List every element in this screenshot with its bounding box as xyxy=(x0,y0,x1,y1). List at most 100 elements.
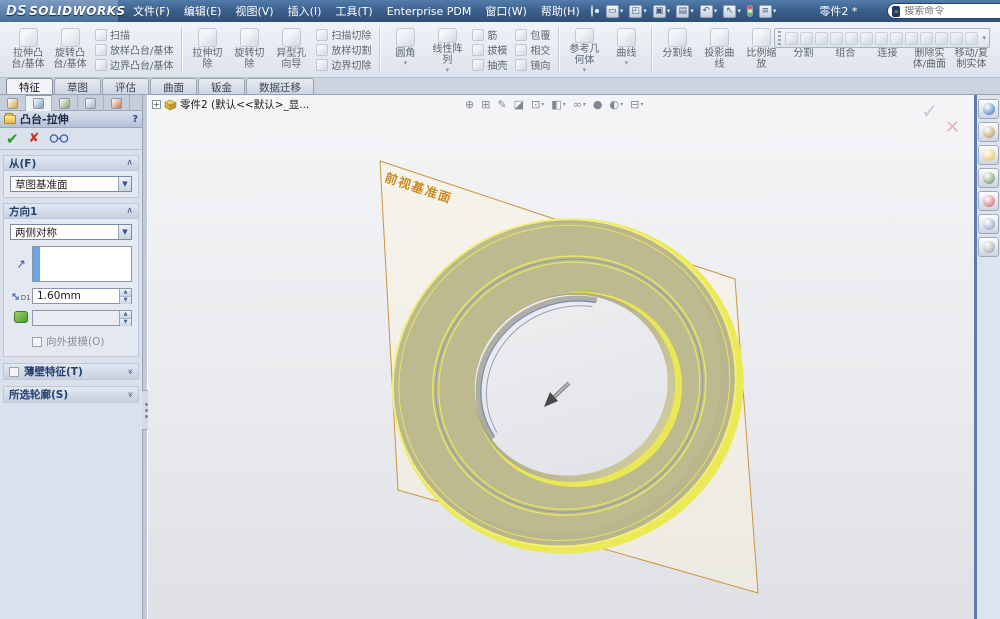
split-line-button[interactable]: 分割线 xyxy=(656,25,698,74)
detailed-preview-icon[interactable] xyxy=(49,133,71,144)
property-manager-help-icon[interactable]: ? xyxy=(132,114,138,125)
panel-splitter[interactable] xyxy=(142,95,147,619)
tree-expander-icon[interactable]: + xyxy=(152,100,161,109)
view-orientation-icon[interactable]: ⊡▾ xyxy=(529,97,546,112)
viewport-canvas[interactable]: 前视基准面 xyxy=(148,95,974,619)
menu-view[interactable]: 视图(V) xyxy=(228,0,280,22)
direction1-group-header[interactable]: 方向1 ∧ xyxy=(4,204,138,219)
tab-features[interactable]: 特征 xyxy=(6,78,53,94)
toolbar-grip[interactable] xyxy=(778,31,781,45)
configuration-manager-tab[interactable] xyxy=(52,95,78,111)
reverse-direction-icon[interactable]: ↗ xyxy=(9,256,33,273)
tab-evaluate[interactable]: 评估 xyxy=(102,78,149,94)
direction-selection-box[interactable] xyxy=(32,246,132,282)
floating-toolbar-icon-5[interactable] xyxy=(845,32,858,45)
end-condition-select[interactable]: 两侧对称 ▼ xyxy=(10,224,132,240)
view-settings-icon[interactable]: ⊟▾ xyxy=(628,97,645,112)
floating-toolbar-icon-13[interactable] xyxy=(965,32,978,45)
graphics-viewport[interactable]: 前视基准面 + 零件2 (默认<<默认>_显... ⊕⊞✎ ◪⊡▾◧▾ ∞▾●◐▾⊟… xyxy=(148,95,974,619)
menu-help[interactable]: 帮助(H) xyxy=(534,0,587,22)
boundary-boss-base-button[interactable]: 边界凸台/基体 xyxy=(93,57,175,72)
project-curve-button[interactable]: 投影曲 线 xyxy=(698,25,740,74)
view-palette-tab[interactable] xyxy=(978,168,999,188)
menu-window[interactable]: 窗口(W) xyxy=(478,0,533,22)
extruded-cut-button[interactable]: 拉伸切 除 xyxy=(186,25,228,74)
file-explorer-tab[interactable] xyxy=(978,145,999,165)
floating-toolbar-icon-1[interactable] xyxy=(785,32,798,45)
fillet-button[interactable]: 圆角▾ xyxy=(384,25,426,74)
floating-toolbar-icon-12[interactable] xyxy=(950,32,963,45)
draft-icon[interactable] xyxy=(10,311,32,326)
wrap-button[interactable]: 包覆 xyxy=(513,27,552,42)
menu-tools[interactable]: 工具(T) xyxy=(328,0,379,22)
shell-button[interactable]: 抽壳 xyxy=(470,57,509,72)
draft-outward-checkbox[interactable] xyxy=(32,337,42,347)
extruded-boss-base-button[interactable]: 拉伸凸 台/基体 xyxy=(7,25,49,74)
from-condition-select[interactable]: 草图基准面 ▼ xyxy=(10,176,132,192)
depth-field[interactable]: 1.60mm ▲▼ xyxy=(32,288,132,304)
search-box[interactable]: » ⌕ ▾ xyxy=(887,3,1000,19)
propertymanager-tab[interactable] xyxy=(26,95,52,111)
revolved-boss-base-button[interactable]: 旋转凸 台/基体 xyxy=(49,25,91,74)
floating-toolbar-icon-6[interactable] xyxy=(860,32,873,45)
linear-pattern-button[interactable]: 线性阵 列▾ xyxy=(426,25,468,74)
floating-toolbar-icon-8[interactable] xyxy=(890,32,903,45)
dimxpert-tab[interactable] xyxy=(78,95,104,111)
menu-file[interactable]: 文件(F) xyxy=(126,0,177,22)
design-library-tab[interactable] xyxy=(978,122,999,142)
floating-toolbar-icon-10[interactable] xyxy=(920,32,933,45)
menu-enterprise-pdm[interactable]: Enterprise PDM xyxy=(380,2,479,21)
draft-button[interactable]: 拔模 xyxy=(470,42,509,57)
intersect-button[interactable]: 相交 xyxy=(513,42,552,57)
confirm-ok-button[interactable]: ✓ xyxy=(921,99,938,123)
tab-surfaces[interactable]: 曲面 xyxy=(150,78,197,94)
depth-spinner[interactable]: ▲▼ xyxy=(119,289,131,303)
from-group-header[interactable]: 从(F) ∧ xyxy=(4,156,138,171)
custom-properties-tab[interactable] xyxy=(978,214,999,234)
confirm-cancel-button[interactable]: ✕ xyxy=(945,117,960,138)
curves-button[interactable]: 曲线▾ xyxy=(605,25,647,74)
menu-edit[interactable]: 编辑(E) xyxy=(177,0,229,22)
open-button[interactable]: ◰▾ xyxy=(627,4,649,19)
thin-feature-checkbox[interactable] xyxy=(9,367,19,377)
lofted-cut-button[interactable]: 放样切割 xyxy=(314,42,373,57)
swept-boss-base-button[interactable]: 扫描 xyxy=(93,27,175,42)
mirror-button[interactable]: 镜向 xyxy=(513,57,552,72)
selected-contours-group-header[interactable]: 所选轮廓(S) » xyxy=(3,386,139,403)
tab-data-migration[interactable]: 数据迁移 xyxy=(246,78,314,94)
thin-feature-group-header[interactable]: 薄壁特征(T) » xyxy=(3,363,139,380)
previous-view-icon[interactable]: ✎ xyxy=(495,97,508,112)
select-button[interactable]: ↖▾ xyxy=(721,4,743,19)
floating-toolbar-icon-3[interactable] xyxy=(815,32,828,45)
floating-toolbar-icon-4[interactable] xyxy=(830,32,843,45)
tree-root-label[interactable]: 零件2 (默认<<默认>_显... xyxy=(180,97,309,112)
search-input[interactable] xyxy=(904,6,1000,17)
rib-button[interactable]: 筋 xyxy=(470,27,509,42)
tab-sheet-metal[interactable]: 钣金 xyxy=(198,78,245,94)
boundary-cut-button[interactable]: 边界切除 xyxy=(314,57,373,72)
floating-toolbar-icon-2[interactable] xyxy=(800,32,813,45)
zoom-area-icon[interactable]: ⊞ xyxy=(479,97,492,112)
displaymanager-tab[interactable] xyxy=(104,95,130,111)
display-style-icon[interactable]: ◧▾ xyxy=(549,97,567,112)
edit-appearance-icon[interactable]: ● xyxy=(591,97,605,112)
undo-button[interactable]: ↶▾ xyxy=(698,4,720,19)
options-button[interactable]: ≡▾ xyxy=(757,4,779,19)
hole-wizard-button[interactable]: 异型孔 向导 xyxy=(270,25,312,74)
zoom-fit-icon[interactable]: ⊕ xyxy=(463,97,476,112)
appearances-scenes-tab[interactable] xyxy=(978,191,999,211)
floating-toolbar-dropdown-icon[interactable]: ▾ xyxy=(982,34,986,42)
section-view-icon[interactable]: ◪ xyxy=(512,97,526,112)
draft-spinner[interactable]: ▲▼ xyxy=(119,311,131,325)
ok-button[interactable]: ✔ xyxy=(6,130,19,148)
new-button[interactable]: ▭▾ xyxy=(604,4,626,19)
menu-insert[interactable]: 插入(I) xyxy=(281,0,329,22)
revolved-cut-button[interactable]: 旋转切 除 xyxy=(228,25,270,74)
menu-pin-icon[interactable] xyxy=(591,5,593,17)
swept-cut-button[interactable]: 扫描切除 xyxy=(314,27,373,42)
apply-scene-icon[interactable]: ◐▾ xyxy=(608,97,626,112)
hide-show-items-icon[interactable]: ∞▾ xyxy=(571,97,588,112)
solidworks-resources-tab[interactable] xyxy=(978,99,999,119)
reference-geometry-button[interactable]: 参考几 何体▾ xyxy=(563,25,605,74)
cancel-button[interactable]: ✘ xyxy=(29,131,40,146)
